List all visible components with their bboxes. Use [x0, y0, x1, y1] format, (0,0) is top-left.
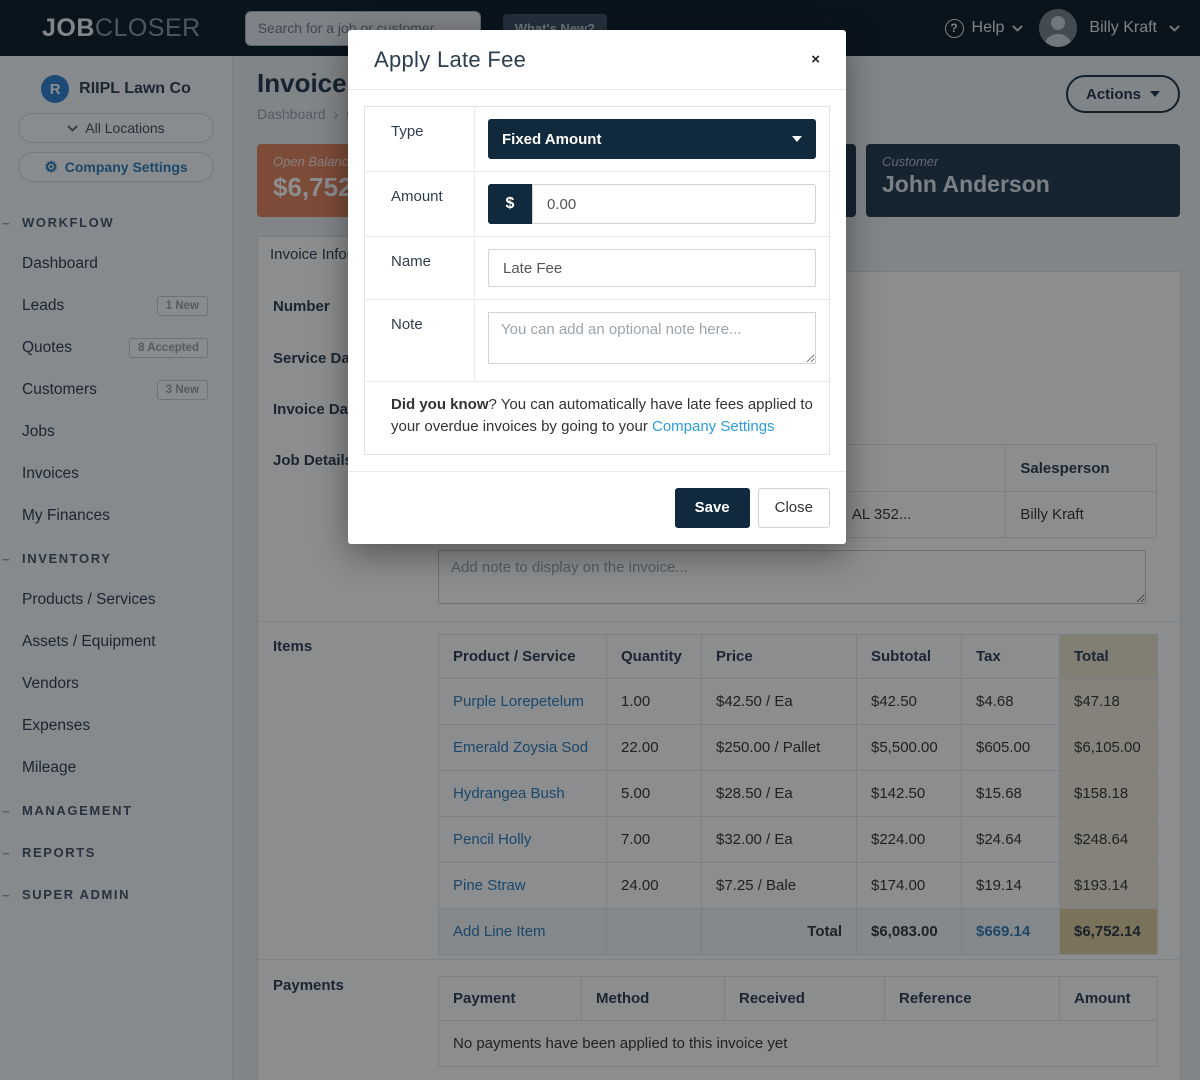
type-field: Fixed Amount: [475, 107, 829, 171]
type-label: Type: [365, 107, 475, 171]
note-label: Note: [365, 300, 475, 381]
amount-label: Amount: [365, 172, 475, 236]
apply-late-fee-modal: Apply Late Fee × Type Fixed Amount Amoun…: [348, 30, 846, 544]
type-select-value: Fixed Amount: [502, 131, 601, 148]
amount-input[interactable]: [532, 184, 816, 224]
save-button[interactable]: Save: [675, 488, 750, 528]
note-row: Note: [365, 300, 829, 382]
dollar-prefix: $: [488, 184, 532, 224]
amount-row: Amount $: [365, 172, 829, 237]
late-fee-form: Type Fixed Amount Amount $: [364, 106, 830, 455]
tip-text: Did you know? You can automatically have…: [365, 382, 829, 454]
app-window: JOBCLOSER What's New? ? Help Billy Kraft…: [0, 0, 1200, 1080]
amount-field: $: [475, 172, 829, 236]
tip-bold: Did you know: [391, 396, 489, 413]
modal-title: Apply Late Fee: [374, 47, 526, 73]
close-icon[interactable]: ×: [811, 52, 820, 67]
name-input[interactable]: [488, 249, 816, 287]
name-row: Name: [365, 237, 829, 300]
name-field: [475, 237, 829, 299]
close-button[interactable]: Close: [758, 488, 830, 528]
modal-header: Apply Late Fee ×: [348, 30, 846, 90]
modal-footer: Save Close: [348, 471, 846, 544]
type-row: Type Fixed Amount: [365, 107, 829, 172]
name-label: Name: [365, 237, 475, 299]
modal-body: Type Fixed Amount Amount $: [348, 90, 846, 471]
company-settings-link[interactable]: Company Settings: [652, 418, 775, 435]
note-field: [475, 300, 829, 381]
chevron-down-icon: [792, 136, 802, 142]
type-select[interactable]: Fixed Amount: [488, 119, 816, 159]
note-input[interactable]: [488, 312, 816, 364]
tip-row: Did you know? You can automatically have…: [365, 382, 829, 454]
